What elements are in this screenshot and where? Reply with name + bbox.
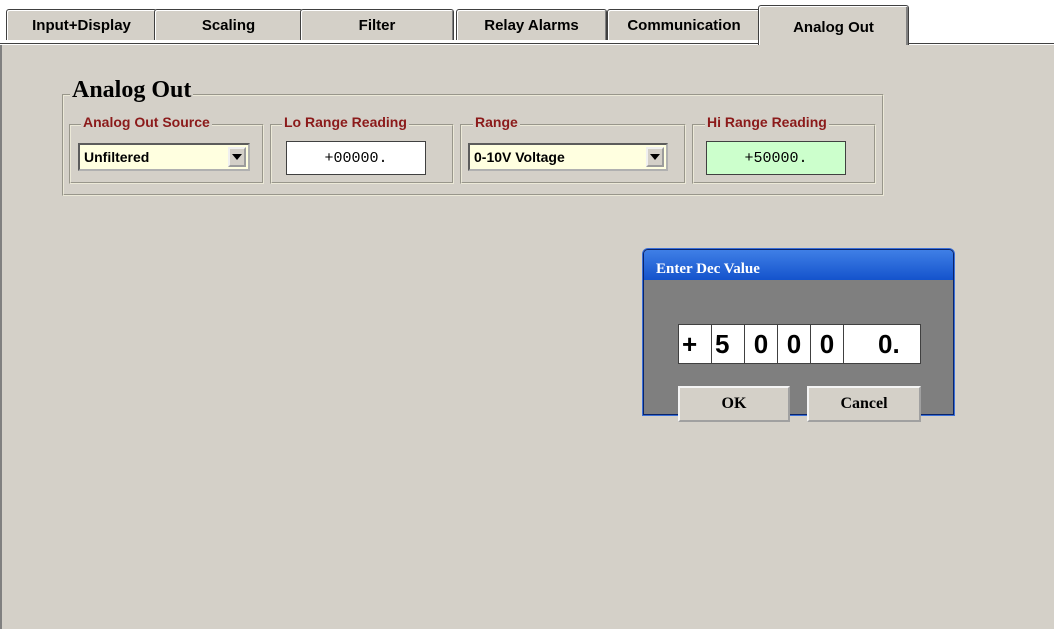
digit-text: 0. <box>878 328 900 359</box>
tab-label: Scaling <box>201 16 256 34</box>
tab-label: Relay Alarms <box>484 16 579 34</box>
dropdown-arrow-icon[interactable] <box>646 147 664 167</box>
range-select[interactable]: 0-10V Voltage <box>468 143 668 171</box>
digit-text: 5 <box>715 328 730 359</box>
ok-button-label: OK <box>721 395 747 412</box>
digit-sign[interactable]: + <box>678 324 712 364</box>
digit-text: + <box>682 328 698 359</box>
group-title: Analog Out <box>70 77 194 104</box>
enter-dec-value-dialog: Enter Dec Value + 5 0 0 0 0. OK Cancel <box>643 249 954 422</box>
tab-strip: Input+Display Scaling Filter Relay Alarm… <box>0 0 1054 45</box>
tab-analog-out[interactable]: Analog Out <box>758 5 909 45</box>
hi-range-value: +50000. <box>744 149 808 167</box>
range-label: Range <box>473 114 520 130</box>
cancel-button-label: Cancel <box>840 395 888 412</box>
hi-range-field[interactable]: +50000. <box>706 141 846 175</box>
tab-communication[interactable]: Communication <box>607 9 761 40</box>
digit-2[interactable]: 0 <box>744 324 778 364</box>
tab-label: Filter <box>358 16 396 34</box>
tab-filter[interactable]: Filter <box>300 9 454 40</box>
digit-4[interactable]: 0 <box>810 324 844 364</box>
tab-relay-alarms[interactable]: Relay Alarms <box>456 9 607 40</box>
digit-text: 0 <box>819 328 835 359</box>
dialog-body: + 5 0 0 0 0. OK Cancel <box>647 280 950 422</box>
dialog-title: Enter Dec Value <box>644 250 953 280</box>
source-value: Unfiltered <box>84 149 150 165</box>
tab-label: Communication <box>627 16 741 34</box>
tab-label: Input+Display <box>32 16 131 34</box>
tab-label: Analog Out <box>793 19 874 36</box>
digit-text: 0 <box>753 328 769 359</box>
digit-3[interactable]: 0 <box>777 324 811 364</box>
digit-1[interactable]: 5 <box>711 324 745 364</box>
lo-range-label: Lo Range Reading <box>282 114 409 130</box>
dropdown-arrow-icon[interactable] <box>228 147 246 167</box>
hi-range-label: Hi Range Reading <box>705 114 829 130</box>
digit-5[interactable]: 0. <box>843 324 921 364</box>
digit-text: 0 <box>786 328 802 359</box>
cancel-button[interactable]: Cancel <box>807 386 921 422</box>
source-select[interactable]: Unfiltered <box>78 143 250 171</box>
lo-range-value: +00000. <box>324 149 388 167</box>
ok-button[interactable]: OK <box>678 386 790 422</box>
range-value: 0-10V Voltage <box>474 149 565 165</box>
source-label: Analog Out Source <box>81 114 212 130</box>
tab-input-display[interactable]: Input+Display <box>6 9 157 40</box>
lo-range-field[interactable]: +00000. <box>286 141 426 175</box>
tab-scaling[interactable]: Scaling <box>154 9 303 40</box>
